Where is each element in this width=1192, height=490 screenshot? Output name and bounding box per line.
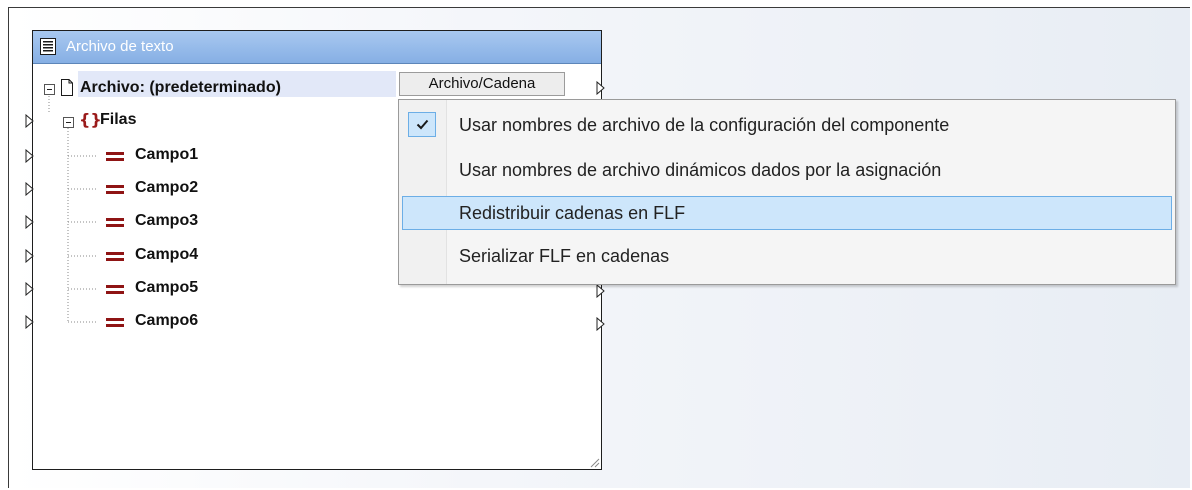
field-campo4[interactable]: Campo4: [135, 245, 198, 265]
input-connector-icon[interactable]: [25, 182, 35, 196]
field-campo6[interactable]: Campo6: [135, 311, 198, 331]
collapse-rows-toggle[interactable]: [63, 117, 74, 128]
output-connector-icon[interactable]: [596, 284, 606, 298]
input-connector-icon[interactable]: [25, 149, 35, 163]
root-node-label[interactable]: Archivo: (predeterminado): [80, 78, 281, 98]
field-campo3[interactable]: Campo3: [135, 211, 198, 231]
field-icon: [106, 250, 126, 262]
menu-item-label: Serializar FLF en cadenas: [459, 246, 670, 266]
collapse-root-toggle[interactable]: [44, 84, 55, 95]
input-connector-icon[interactable]: [25, 249, 35, 263]
field-campo1[interactable]: Campo1: [135, 145, 198, 165]
file-icon: [61, 79, 73, 96]
output-connector-icon[interactable]: [596, 81, 606, 95]
menu-item-parse-strings-flf[interactable]: Redistribuir cadenas en FLF: [402, 196, 1172, 230]
input-connector-icon[interactable]: [25, 315, 35, 329]
input-connector-icon[interactable]: [25, 282, 35, 296]
input-connector-icon[interactable]: [25, 215, 35, 229]
checked-indicator: [408, 112, 436, 137]
context-menu: Usar nombres de archivo de la configurac…: [398, 99, 1176, 285]
file-string-mode-button[interactable]: Archivo/Cadena: [399, 72, 565, 96]
input-connector-icon[interactable]: [25, 114, 35, 128]
menu-item-use-component-filenames[interactable]: Usar nombres de archivo de la configurac…: [402, 108, 1172, 142]
field-icon: [106, 216, 126, 228]
field-icon: [106, 183, 126, 195]
menu-item-label: Usar nombres de archivo de la configurac…: [459, 115, 950, 135]
menu-item-use-dynamic-filenames[interactable]: Usar nombres de archivo dinámicos dados …: [402, 153, 1172, 187]
field-icon: [106, 150, 126, 162]
output-connector-icon[interactable]: [596, 317, 606, 331]
field-icon: [106, 283, 126, 295]
checkmark-icon: [416, 119, 429, 130]
field-icon: [106, 316, 126, 328]
rows-node-label[interactable]: Filas: [100, 110, 136, 130]
field-campo5[interactable]: Campo5: [135, 278, 198, 298]
braces-icon: {}: [79, 110, 102, 129]
menu-item-label: Redistribuir cadenas en FLF: [459, 203, 686, 223]
menu-item-serialize-flf-strings[interactable]: Serializar FLF en cadenas: [402, 239, 1172, 273]
field-campo2[interactable]: Campo2: [135, 178, 198, 198]
menu-item-label: Usar nombres de archivo dinámicos dados …: [459, 160, 942, 180]
